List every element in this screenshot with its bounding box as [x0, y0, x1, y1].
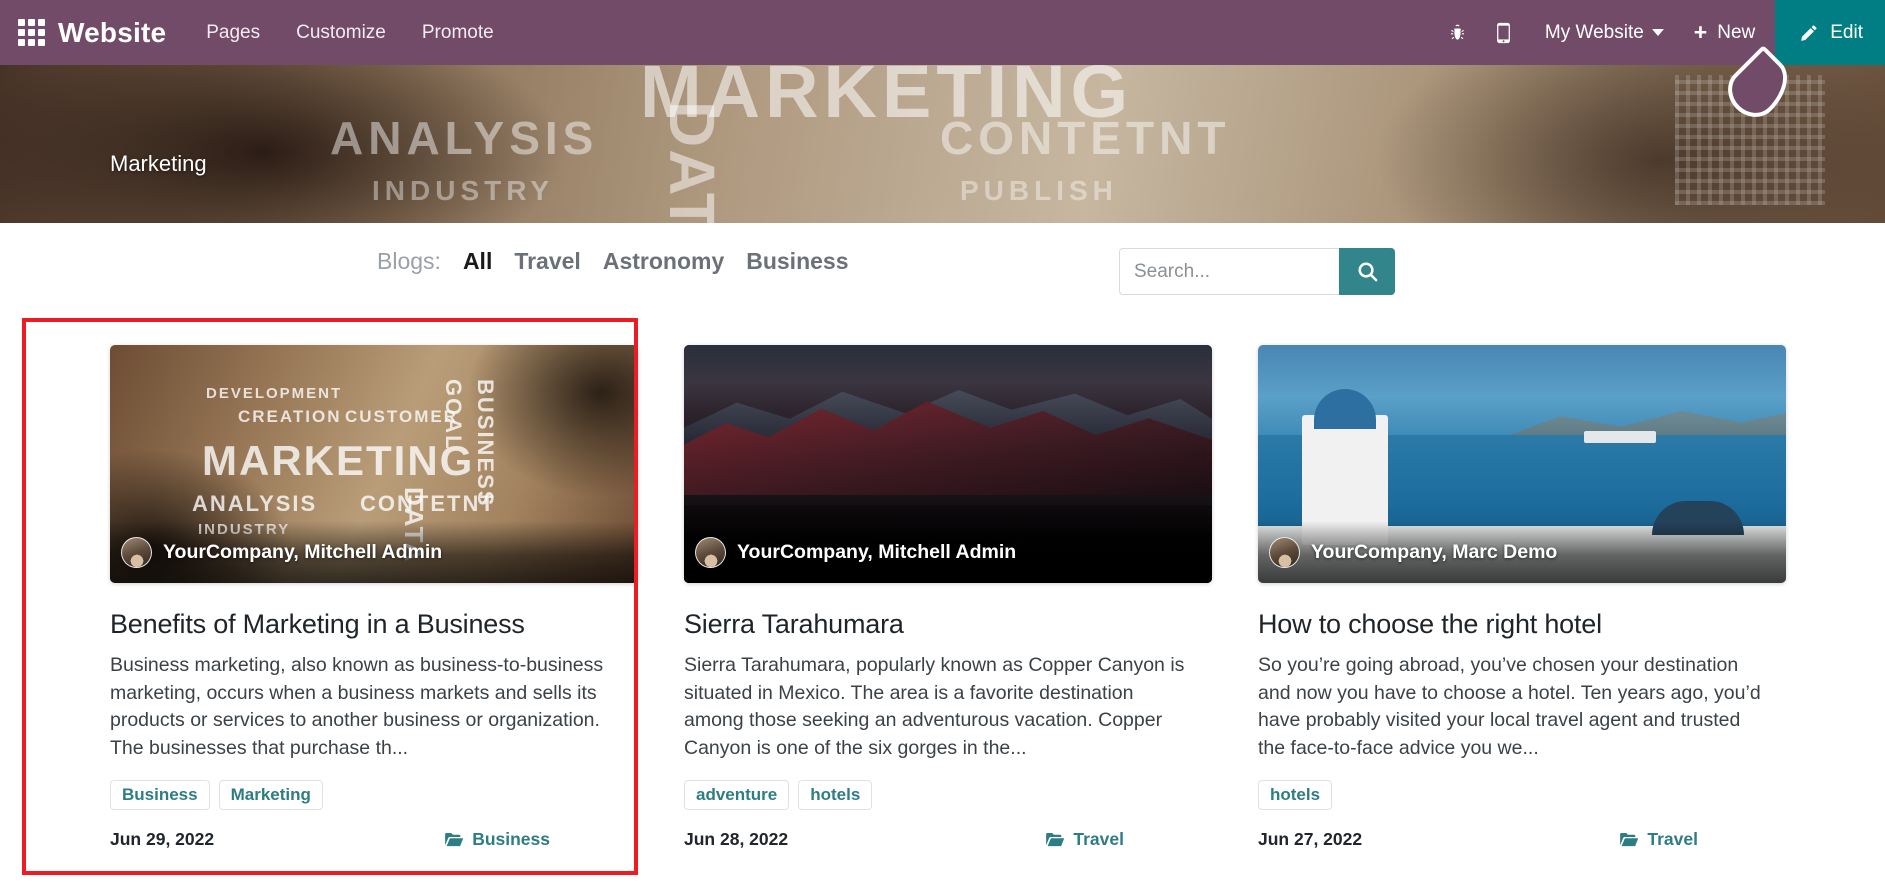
nav-item-promote[interactable]: Promote [422, 22, 494, 44]
blog-filter-bar: Blogs: All Travel Astronomy Business [0, 240, 1885, 304]
card-tag[interactable]: adventure [684, 779, 790, 810]
folder-open-icon [1046, 832, 1065, 846]
card-author-overlay: YourCompany, Mitchell Admin [684, 521, 1212, 583]
card-category-label: Travel [1647, 828, 1698, 849]
card-tag[interactable]: hotels [798, 779, 873, 810]
search-icon [1357, 262, 1377, 282]
pencil-icon [1801, 24, 1817, 41]
nav-item-pages[interactable]: Pages [206, 22, 260, 44]
navbar-right: My Website + New Edit [1435, 0, 1885, 65]
card-date: Jun 27, 2022 [1258, 828, 1363, 849]
avatar [695, 536, 726, 568]
website-selector-dropdown[interactable]: My Website [1527, 0, 1682, 65]
hero-banner: MARKETING ANALYSIS CONTETNT INDUSTRY PUB… [0, 65, 1885, 223]
card-cover-image[interactable]: YourCompany, Mitchell Admin [684, 345, 1212, 583]
blog-card[interactable]: MARKETING ANALYSIS CONTETNT CREATION CUS… [110, 345, 638, 850]
website-selector-label: My Website [1544, 21, 1644, 43]
filter-item-all[interactable]: All [463, 248, 492, 275]
card-author-overlay: YourCompany, Marc Demo [1258, 521, 1786, 583]
card-tag[interactable]: Marketing [218, 779, 323, 810]
card-excerpt: So you’re going abroad, you’ve chosen yo… [1258, 654, 1761, 760]
page-title: Marketing [110, 151, 207, 176]
apps-grid-icon[interactable] [16, 18, 46, 48]
folder-open-icon [1620, 832, 1639, 846]
search-button[interactable] [1339, 248, 1395, 295]
card-excerpt: Business marketing, also known as busine… [110, 654, 604, 760]
blog-card-list: MARKETING ANALYSIS CONTETNT CREATION CUS… [0, 345, 1885, 850]
card-footer: Jun 29, 2022 Business [110, 829, 550, 850]
card-title[interactable]: Sierra Tarahumara [684, 609, 1212, 640]
edit-button[interactable]: Edit [1775, 0, 1885, 65]
avatar [1269, 536, 1300, 568]
card-date: Jun 28, 2022 [684, 828, 789, 849]
nav-item-customize[interactable]: Customize [296, 22, 386, 44]
card-category-link[interactable]: Travel [1046, 829, 1124, 850]
blog-filter-list: Blogs: All Travel Astronomy Business [377, 248, 849, 275]
card-tag-list: hotels [1258, 779, 1786, 810]
blog-search [1119, 248, 1395, 295]
card-title[interactable]: Benefits of Marketing in a Business [110, 609, 638, 640]
card-tag[interactable]: hotels [1258, 779, 1333, 810]
filter-item-travel[interactable]: Travel [514, 248, 581, 275]
card-author-overlay: YourCompany, Mitchell Admin [110, 521, 638, 583]
search-input[interactable] [1119, 248, 1339, 295]
hero-background-image [0, 65, 1885, 223]
top-navbar: Website Pages Customize Promote My Websi… [0, 0, 1885, 65]
folder-open-icon [445, 832, 464, 846]
card-category-label: Travel [1073, 828, 1124, 849]
card-date: Jun 29, 2022 [110, 828, 215, 849]
card-author-name: YourCompany, Mitchell Admin [163, 540, 443, 563]
card-excerpt: Sierra Tarahumara, popularly known as Co… [684, 654, 1185, 760]
card-tag-list: adventure hotels [684, 779, 1212, 810]
card-tag[interactable]: Business [110, 779, 210, 810]
card-title[interactable]: How to choose the right hotel [1258, 609, 1786, 640]
blog-card[interactable]: YourCompany, Marc Demo How to choose the… [1258, 345, 1786, 850]
navbar-menu: Pages Customize Promote [206, 22, 493, 44]
plus-icon: + [1693, 19, 1708, 45]
filter-item-business[interactable]: Business [746, 248, 848, 275]
blogs-label: Blogs: [377, 248, 441, 274]
card-tag-list: Business Marketing [110, 779, 638, 810]
new-button-label: New [1717, 21, 1756, 43]
app-brand-website[interactable]: Website [58, 17, 166, 49]
card-category-link[interactable]: Travel [1620, 829, 1698, 850]
mobile-preview-icon[interactable] [1481, 0, 1527, 65]
card-author-name: YourCompany, Marc Demo [1311, 540, 1558, 563]
avatar [121, 536, 152, 568]
card-footer: Jun 28, 2022 Travel [684, 829, 1124, 850]
card-category-link[interactable]: Business [445, 829, 550, 850]
filter-item-astronomy[interactable]: Astronomy [603, 248, 724, 275]
chevron-down-icon [1651, 29, 1664, 36]
card-footer: Jun 27, 2022 Travel [1258, 829, 1698, 850]
bug-icon[interactable] [1435, 0, 1481, 65]
card-cover-image[interactable]: YourCompany, Marc Demo [1258, 345, 1786, 583]
card-author-name: YourCompany, Mitchell Admin [737, 540, 1017, 563]
card-category-label: Business [472, 828, 550, 849]
card-cover-image[interactable]: MARKETING ANALYSIS CONTETNT CREATION CUS… [110, 345, 638, 583]
blog-card[interactable]: YourCompany, Mitchell Admin Sierra Tarah… [684, 345, 1212, 850]
edit-button-label: Edit [1830, 21, 1863, 43]
